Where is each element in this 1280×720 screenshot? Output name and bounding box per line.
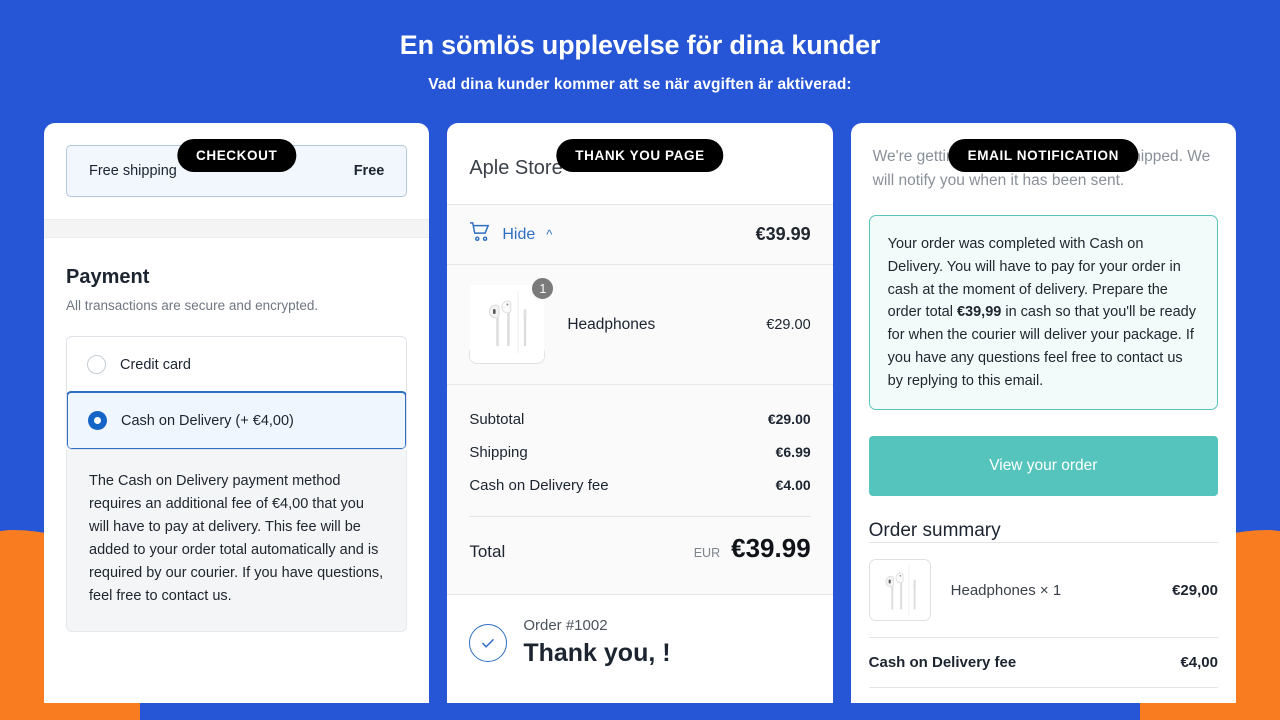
headphones-product-image — [868, 559, 931, 622]
totals-row-subtotal: Subtotal €29.00 — [469, 403, 810, 436]
checkout-panel: CHECKOUT Free shipping Free Payment All … — [44, 123, 430, 703]
summary-row-cod-fee: Cash on Delivery fee €4,00 — [868, 637, 1218, 687]
totals-value: €29.00 — [767, 411, 811, 427]
cart-total-value: €39.99 — [755, 224, 811, 244]
checkout-badge: CHECKOUT — [177, 139, 297, 172]
note-amount: €39,99 — [956, 304, 1002, 321]
view-your-order-button[interactable]: View your order — [868, 436, 1218, 497]
quantity-badge: 1 — [530, 276, 556, 301]
free-shipping-value: Free — [353, 163, 385, 179]
summary-item-name: Headphones × 1 — [950, 581, 1062, 599]
grand-total-value: €39.99 — [731, 533, 811, 563]
cart-summary-bar[interactable]: Hide ^ €39.99 — [447, 204, 833, 265]
totals-label: Subtotal — [469, 411, 525, 428]
page-title: En sömlös upplevelse för dina kunder — [399, 30, 881, 60]
totals-value: €6.99 — [775, 444, 811, 460]
email-badge: EMAIL NOTIFICATION — [948, 139, 1138, 172]
line-item-name: Headphones — [567, 315, 656, 333]
payment-header: Payment All transactions are secure and … — [66, 266, 407, 313]
payment-title: Payment — [66, 266, 150, 288]
order-summary-title: Order summary — [868, 520, 1001, 542]
grand-total-label: Total — [469, 542, 506, 561]
checkmark-circle-icon — [469, 623, 508, 662]
summary-item-value: €29,00 — [1172, 581, 1218, 599]
thankyou-badge: THANK YOU PAGE — [556, 139, 724, 172]
payment-method-list: Credit card Cash on Delivery (+ €4,00) — [66, 336, 408, 450]
cod-email-note: Your order was completed with Cash on De… — [868, 215, 1218, 411]
cart-icon — [469, 222, 491, 247]
summary-item-value: €4,00 — [1180, 654, 1218, 672]
thank-you-heading: Thank you, ! — [523, 639, 671, 667]
chevron-up-icon[interactable]: ^ — [546, 227, 552, 242]
totals-value: €4.00 — [775, 477, 811, 493]
panel-row: CHECKOUT Free shipping Free Payment All … — [0, 123, 1280, 703]
line-item-price: €29.00 — [766, 316, 811, 333]
email-panel: EMAIL NOTIFICATION We're getting your or… — [850, 123, 1236, 703]
order-totals: Subtotal €29.00 Shipping €6.99 Cash on D… — [447, 385, 833, 594]
payment-method-credit-card[interactable]: Credit card — [67, 337, 406, 392]
page-header: En sömlös upplevelse för dina kunder Vad… — [0, 0, 1280, 94]
thankyou-panel: THANK YOU PAGE Aple Store Hide ^ €39.99 — [447, 123, 833, 703]
totals-label: Cash on Delivery fee — [469, 477, 609, 494]
summary-row-product: Headphones × 1 €29,00 — [868, 542, 1218, 637]
order-number: Order #1002 — [523, 617, 608, 634]
grand-total-row: Total EUR €39.99 — [469, 523, 810, 584]
payment-method-label: Credit card — [120, 356, 191, 373]
totals-divider — [469, 516, 811, 517]
section-divider — [44, 219, 430, 238]
product-thumbnail-wrap: 1 — [469, 276, 556, 364]
radio-unchecked-icon[interactable] — [87, 355, 106, 374]
cod-description: The Cash on Delivery payment method requ… — [66, 450, 408, 633]
payment-method-cash-on-delivery[interactable]: Cash on Delivery (+ €4,00) — [67, 391, 407, 449]
totals-row-shipping: Shipping €6.99 — [469, 436, 810, 469]
free-shipping-label: Free shipping — [89, 163, 177, 179]
hide-cart-link[interactable]: Hide — [502, 226, 535, 244]
currency-code: EUR — [693, 546, 721, 560]
headphones-product-image — [469, 285, 546, 364]
payment-method-label: Cash on Delivery (+ €4,00) — [121, 412, 294, 429]
cart-line-item: 1 Headphones €29.00 — [447, 265, 833, 385]
payment-subtitle: All transactions are secure and encrypte… — [66, 298, 319, 313]
summary-bottom-divider — [868, 687, 1218, 689]
totals-label: Shipping — [469, 444, 528, 461]
order-confirmation: Order #1002 Thank you, ! — [447, 594, 833, 668]
summary-item-name: Cash on Delivery fee — [868, 654, 1017, 672]
radio-checked-icon[interactable] — [88, 411, 107, 430]
page-subtitle: Vad dina kunder kommer att se när avgift… — [428, 76, 852, 93]
totals-row-cod-fee: Cash on Delivery fee €4.00 — [469, 469, 810, 502]
